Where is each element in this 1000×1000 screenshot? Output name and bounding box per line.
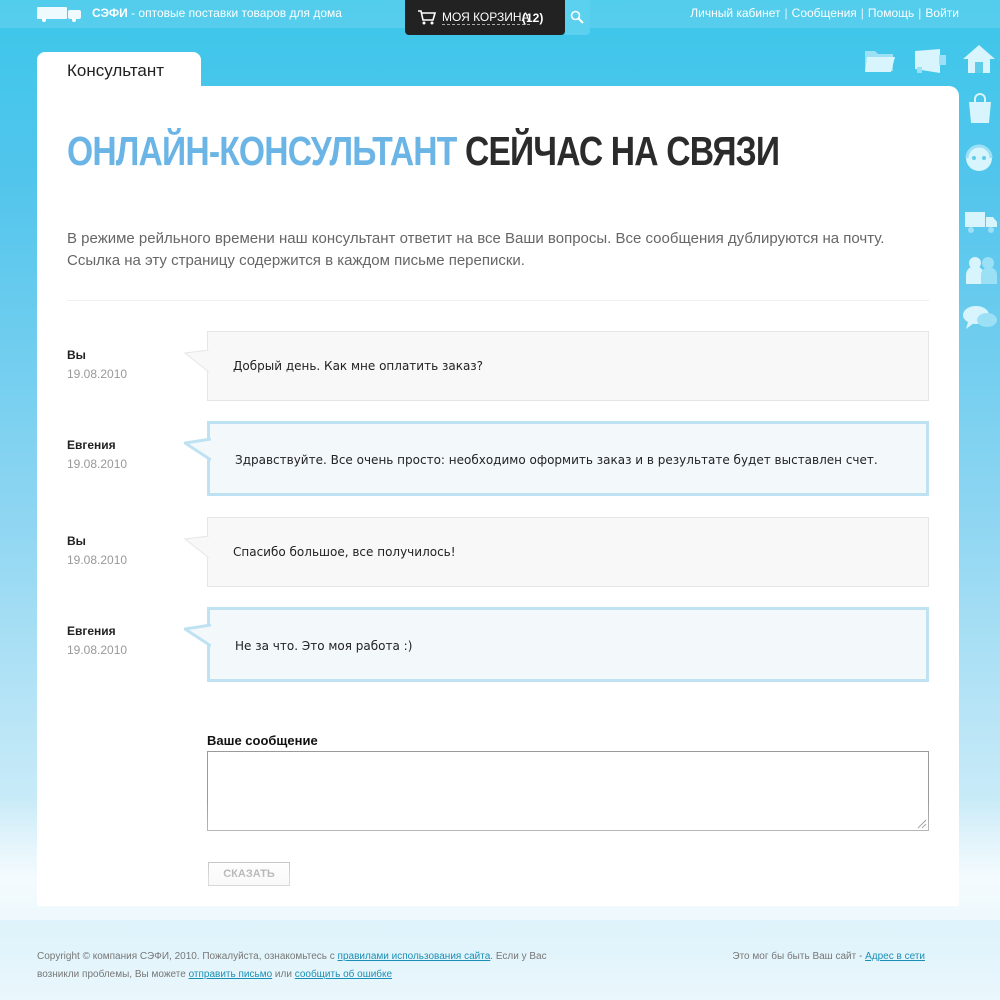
send-letter-link[interactable]: отправить письмо [189,969,273,980]
bubble-tail [184,624,211,648]
tab-label: Консультант [67,61,165,80]
message-author: Вы [67,348,86,362]
footer-text: Copyright © компания СЭФИ, 2010. Пожалуй… [37,951,338,962]
nav-separator: | [860,6,864,20]
page-title-rest: СЕЙЧАС НА СВЯЗИ [456,128,780,174]
megaphone-icon[interactable] [912,47,948,75]
support-headset-icon[interactable] [962,140,996,176]
bubble-tail [184,536,209,558]
link-messages[interactable]: Сообщения [792,6,857,20]
bubble-tail [184,438,211,462]
message-input[interactable] [207,751,929,831]
message-bubble: Здравствуйте. Все очень просто: необходи… [184,421,929,496]
developer-link[interactable]: Адрес в сети [865,951,925,962]
message-date: 19.08.2010 [67,643,128,657]
link-help[interactable]: Помощь [868,6,914,20]
home-icon[interactable] [962,43,996,75]
bubble-tail [184,350,209,372]
message-bubble: Добрый день. Как мне оплатить заказ? [184,331,929,401]
message-text: Не за что. Это моя работа :) [235,639,413,653]
intro-text: В режиме рейльного времени наш консульта… [67,230,885,269]
cart-button[interactable]: МОЯ КОРЗИНА (12) [405,0,565,35]
search-button[interactable] [565,0,590,35]
brand[interactable]: СЭФИ - оптовые поставки товаров для дома [92,6,342,20]
message-text: Здравствуйте. Все очень просто: необходи… [235,453,878,467]
message-bubble: Не за что. Это моя работа :) [184,607,929,682]
divider [67,300,929,301]
nav-separator: | [784,6,788,20]
rules-link[interactable]: правилами использования сайта [338,951,491,962]
footer-credit-text: Это мог бы быть Ваш сайт - [732,951,866,962]
tab-consultant[interactable]: Консультант [37,52,201,88]
brand-tagline: - оптовые поставки товаров для дома [127,6,342,20]
footer-credit: Это мог бы быть Ваш сайт - Адрес в сети [732,948,925,966]
brand-name: СЭФИ [92,6,128,20]
message-date: 19.08.2010 [67,367,128,381]
truck-logo-icon[interactable] [37,6,83,22]
cart-label: МОЯ КОРЗИНА [442,10,530,25]
message-date: 19.08.2010 [67,457,128,471]
folder-icon[interactable] [863,45,897,75]
message-bubble: Спасибо большое, все получилось! [184,517,929,587]
footer-text: или [272,969,295,980]
page-title-highlight: ОНЛАЙН-КОНСУЛЬТАНТ [67,128,457,174]
send-button[interactable]: СКАЗАТЬ [208,862,290,886]
truck-icon[interactable] [964,210,998,234]
cart-count: (12) [522,11,544,25]
message-author: Вы [67,534,86,548]
message-author: Евгения [67,624,116,638]
top-bar: СЭФИ - оптовые поставки товаров для дома… [0,0,1000,35]
footer-copyright: Copyright © компания СЭФИ, 2010. Пожалуй… [37,948,577,984]
search-icon [570,10,584,24]
report-error-link[interactable]: сообщить об ошибке [295,969,392,980]
message-text: Спасибо большое, все получилось! [233,545,456,559]
shopping-bag-icon[interactable] [966,92,994,124]
top-nav: Личный кабинет | Сообщения | Помощь | Войти [690,6,959,20]
users-icon[interactable] [964,255,998,285]
page-title: ОНЛАЙН-КОНСУЛЬТАНТ СЕЙЧАС НА СВЯЗИ [67,128,780,175]
link-login[interactable]: Войти [925,6,959,20]
message-date: 19.08.2010 [67,553,128,567]
message-author: Евгения [67,438,116,452]
shopping-cart-icon [418,10,437,25]
chat-bubbles-icon[interactable] [962,303,998,333]
message-input-label: Ваше сообщение [207,733,318,748]
resize-handle-icon[interactable] [917,819,927,829]
link-account[interactable]: Личный кабинет [690,6,780,20]
nav-separator: | [918,6,922,20]
message-text: Добрый день. Как мне оплатить заказ? [233,359,484,373]
